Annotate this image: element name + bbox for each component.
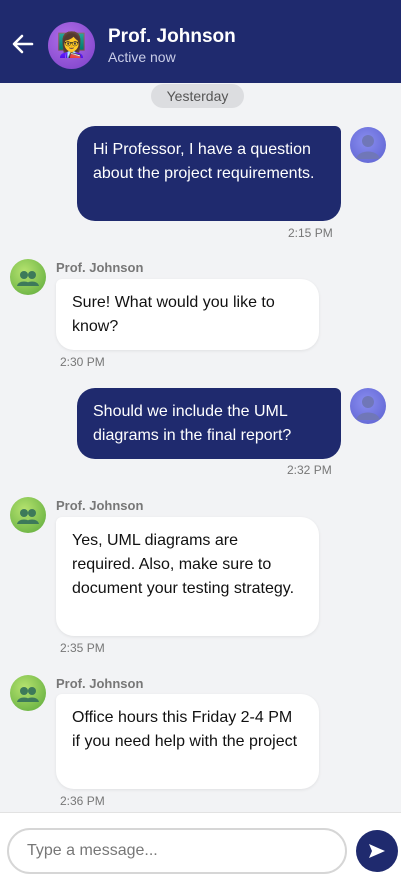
teacher-emoji-icon: 👩‍🏫 xyxy=(56,32,87,59)
group-silhouette-icon xyxy=(17,509,39,524)
message-input[interactable] xyxy=(7,828,347,874)
sender-name: Prof. Johnson xyxy=(56,676,144,691)
professor-avatar xyxy=(10,675,46,711)
sender-name: Prof. Johnson xyxy=(56,260,144,275)
message-text: Sure! What would you like to know? xyxy=(72,294,275,335)
sender-name: Prof. Johnson xyxy=(56,498,144,513)
message-text: Hi Professor, I have a question about th… xyxy=(93,141,315,182)
incoming-message-bubble[interactable]: Yes, UML diagrams are required. Also, ma… xyxy=(56,517,319,636)
message-time: 2:30 PM xyxy=(60,355,105,369)
message-text: Office hours this Friday 2-4 PM if you n… xyxy=(72,709,298,750)
message-time: 2:32 PM xyxy=(287,463,332,477)
message-text: Yes, UML diagrams are required. Also, ma… xyxy=(72,532,295,597)
chat-header: 👩‍🏫 Prof. Johnson Active now xyxy=(0,0,401,83)
send-button[interactable] xyxy=(356,830,398,872)
outgoing-message-bubble[interactable]: Should we include the UML diagrams in th… xyxy=(77,388,341,459)
message-text: Should we include the UML diagrams in th… xyxy=(93,403,292,444)
professor-avatar xyxy=(10,259,46,295)
contact-name: Prof. Johnson xyxy=(108,26,236,47)
outgoing-message-bubble[interactable]: Hi Professor, I have a question about th… xyxy=(77,126,341,221)
send-icon xyxy=(369,844,385,858)
back-arrow-icon[interactable] xyxy=(10,31,36,57)
incoming-message-bubble[interactable]: Sure! What would you like to know? xyxy=(56,279,319,350)
contact-status: Active now xyxy=(108,49,176,65)
message-time: 2:36 PM xyxy=(60,794,105,808)
group-silhouette-icon xyxy=(17,687,39,702)
message-composer xyxy=(0,812,401,874)
message-time: 2:15 PM xyxy=(288,226,333,240)
professor-avatar xyxy=(10,497,46,533)
user-avatar xyxy=(350,127,386,163)
message-list[interactable]: Yesterday Hi Professor, I have a questio… xyxy=(0,83,401,812)
date-separator: Yesterday xyxy=(151,84,244,108)
incoming-message-bubble[interactable]: Office hours this Friday 2-4 PM if you n… xyxy=(56,694,319,789)
message-time: 2:35 PM xyxy=(60,641,105,655)
user-silhouette-icon xyxy=(356,135,380,159)
contact-avatar[interactable]: 👩‍🏫 xyxy=(48,22,95,69)
group-silhouette-icon xyxy=(17,271,39,286)
user-silhouette-icon xyxy=(356,396,380,420)
user-avatar xyxy=(350,388,386,424)
